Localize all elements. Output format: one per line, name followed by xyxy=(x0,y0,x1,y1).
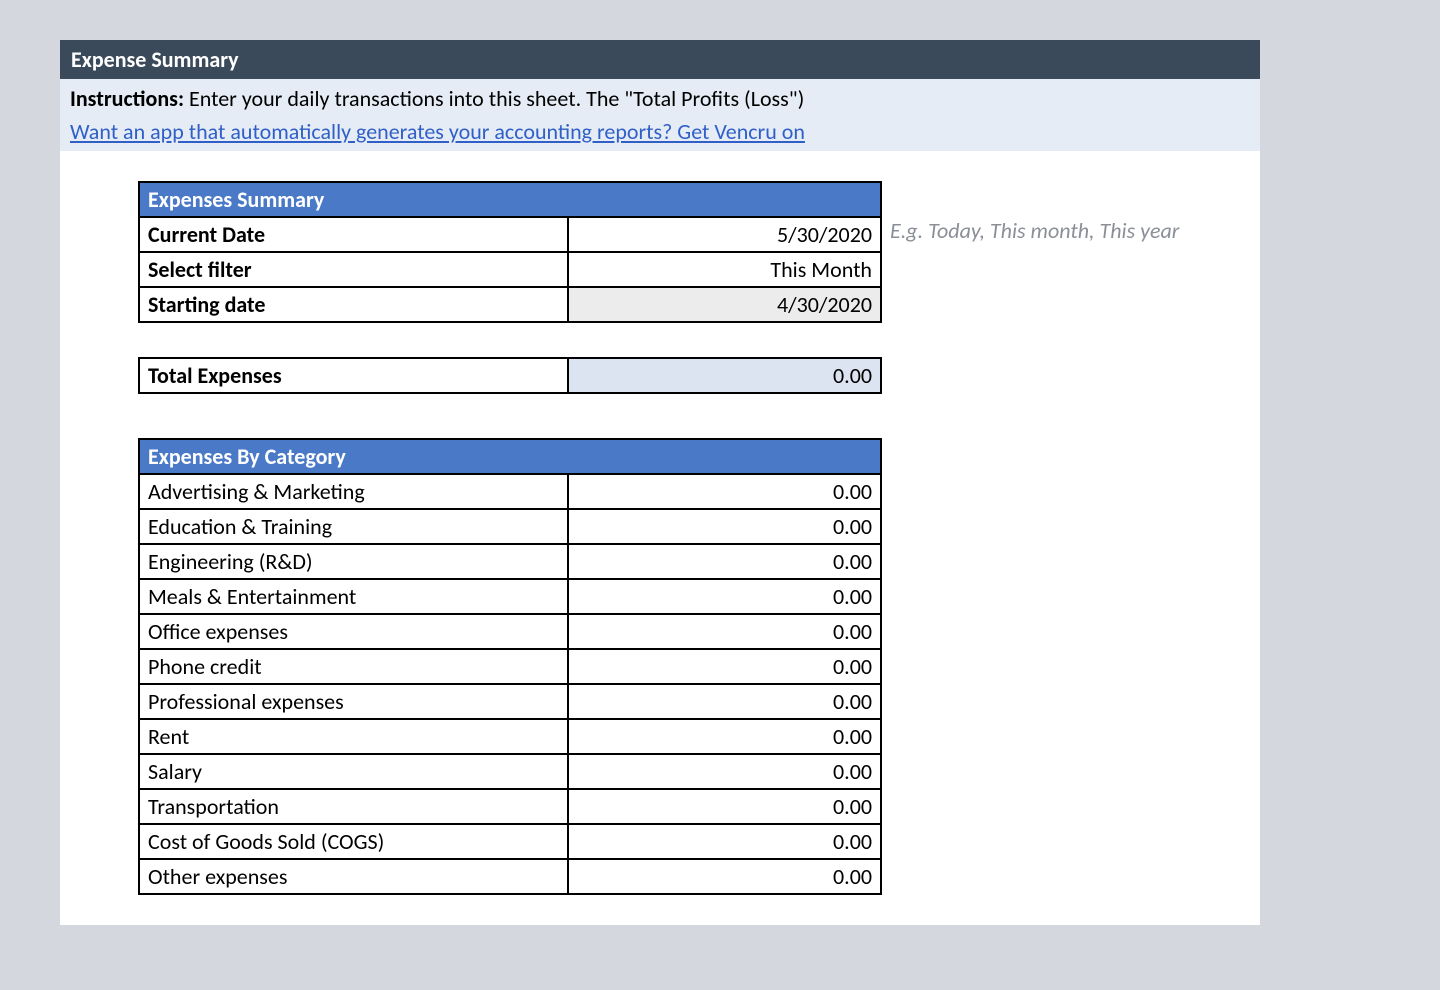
table-row: Engineering (R&D) 0.00 xyxy=(139,544,881,579)
category-label: Phone credit xyxy=(139,649,568,684)
category-value[interactable]: 0.00 xyxy=(568,789,881,824)
category-value[interactable]: 0.00 xyxy=(568,509,881,544)
table-row: Starting date 4/30/2020 xyxy=(139,287,881,322)
current-date-cell[interactable]: 5/30/2020 xyxy=(568,217,881,252)
category-value[interactable]: 0.00 xyxy=(568,614,881,649)
table-row: Education & Training 0.00 xyxy=(139,509,881,544)
category-label: Meals & Entertainment xyxy=(139,579,568,614)
category-label: Professional expenses xyxy=(139,684,568,719)
table-row: Cost of Goods Sold (COGS) 0.00 xyxy=(139,824,881,859)
instructions-text: Enter your daily transactions into this … xyxy=(184,85,804,112)
instructions-line: Instructions: Enter your daily transacti… xyxy=(70,83,1250,114)
promo-link[interactable]: Want an app that automatically generates… xyxy=(70,114,805,145)
category-label: Rent xyxy=(139,719,568,754)
table-row: Salary 0.00 xyxy=(139,754,881,789)
summary-table: Expenses Summary Current Date 5/30/2020 … xyxy=(138,181,882,323)
category-value[interactable]: 0.00 xyxy=(568,649,881,684)
category-label: Cost of Goods Sold (COGS) xyxy=(139,824,568,859)
category-value[interactable]: 0.00 xyxy=(568,824,881,859)
category-value[interactable]: 0.00 xyxy=(568,684,881,719)
summary-table-header-row: Expenses Summary xyxy=(139,182,881,217)
page-title: Expense Summary xyxy=(60,40,1260,79)
total-expenses-value: 0.00 xyxy=(568,358,881,393)
starting-date-cell[interactable]: 4/30/2020 xyxy=(568,287,881,322)
category-value[interactable]: 0.00 xyxy=(568,719,881,754)
page-title-text: Expense Summary xyxy=(71,46,239,73)
content-area: Expenses Summary Current Date 5/30/2020 … xyxy=(60,151,1260,925)
table-row: Other expenses 0.00 xyxy=(139,859,881,894)
table-row: Select filter This Month xyxy=(139,252,881,287)
table-row: Advertising & Marketing 0.00 xyxy=(139,474,881,509)
total-expenses-label: Total Expenses xyxy=(139,358,568,393)
category-label: Advertising & Marketing xyxy=(139,474,568,509)
category-label: Office expenses xyxy=(139,614,568,649)
category-label: Engineering (R&D) xyxy=(139,544,568,579)
table-row: Phone credit 0.00 xyxy=(139,649,881,684)
table-row: Current Date 5/30/2020 xyxy=(139,217,881,252)
row-label: Select filter xyxy=(139,252,568,287)
table-row: Total Expenses 0.00 xyxy=(139,358,881,393)
table-row: Professional expenses 0.00 xyxy=(139,684,881,719)
table-row: Transportation 0.00 xyxy=(139,789,881,824)
worksheet: Expense Summary Instructions: Enter your… xyxy=(60,40,1260,925)
category-value[interactable]: 0.00 xyxy=(568,544,881,579)
table-row: Rent 0.00 xyxy=(139,719,881,754)
category-table-header-row: Expenses By Category xyxy=(139,439,881,474)
row-label: Current Date xyxy=(139,217,568,252)
instructions-label: Instructions: xyxy=(70,85,184,112)
category-table: Expenses By Category Advertising & Marke… xyxy=(138,438,882,895)
table-row: Office expenses 0.00 xyxy=(139,614,881,649)
category-value[interactable]: 0.00 xyxy=(568,859,881,894)
category-value[interactable]: 0.00 xyxy=(568,754,881,789)
category-label: Salary xyxy=(139,754,568,789)
category-label: Education & Training xyxy=(139,509,568,544)
summary-table-header: Expenses Summary xyxy=(139,182,881,217)
category-table-header: Expenses By Category xyxy=(139,439,881,474)
select-filter-cell[interactable]: This Month xyxy=(568,252,881,287)
table-row: Meals & Entertainment 0.00 xyxy=(139,579,881,614)
category-value[interactable]: 0.00 xyxy=(568,579,881,614)
total-expenses-table: Total Expenses 0.00 xyxy=(138,357,882,394)
filter-hint: E.g. Today, This month, This year xyxy=(890,217,1179,244)
info-band: Instructions: Enter your daily transacti… xyxy=(60,79,1260,151)
row-label: Starting date xyxy=(139,287,568,322)
category-value[interactable]: 0.00 xyxy=(568,474,881,509)
category-label: Transportation xyxy=(139,789,568,824)
category-label: Other expenses xyxy=(139,859,568,894)
